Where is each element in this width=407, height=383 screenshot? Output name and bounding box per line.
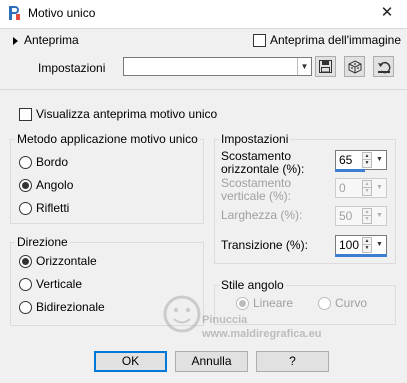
- ok-button[interactable]: OK: [94, 351, 167, 372]
- params-group-title: Impostazioni: [219, 132, 291, 146]
- image-preview-label: Anteprima dell'immagine: [270, 33, 402, 47]
- vertical-offset-label-line2: verticale (%):: [221, 189, 292, 203]
- title-separator: [0, 28, 407, 29]
- transition-slider[interactable]: [335, 254, 387, 257]
- transition-stepper[interactable]: ▲ ▼: [362, 237, 372, 253]
- direction-radio-verticale[interactable]: [19, 278, 32, 291]
- image-preview-checkbox[interactable]: [253, 34, 266, 47]
- direction-option-verticale: Verticale: [36, 277, 83, 291]
- watermark: Pinuccia www.maldiregrafica.eu: [160, 292, 370, 352]
- expand-preview-icon[interactable]: [13, 37, 18, 45]
- vertical-offset-label: Scostamento verticale (%):: [221, 177, 291, 203]
- pattern-preview-label: Visualizza anteprima motivo unico: [36, 107, 218, 121]
- settings-preset-combo[interactable]: ▼: [123, 57, 312, 76]
- horizontal-offset-label: Scostamento orizzontale (%):: [221, 150, 304, 176]
- direction-group-title: Direzione: [15, 235, 70, 249]
- increment-icon[interactable]: ▲: [363, 153, 371, 160]
- cube-icon: [348, 60, 362, 74]
- method-option-angolo: Angolo: [36, 178, 74, 192]
- increment-icon[interactable]: ▲: [363, 238, 371, 245]
- slider-dropdown-icon: ▼: [376, 212, 383, 219]
- cancel-button[interactable]: Annulla: [175, 351, 248, 372]
- help-button[interactable]: ?: [256, 351, 329, 372]
- preview-toggle-label[interactable]: Anteprima: [24, 33, 79, 47]
- transition-value[interactable]: 100: [339, 238, 359, 252]
- horizontal-offset-label-line2: orizzontale (%):: [221, 162, 305, 176]
- method-option-rifletti: Rifletti: [36, 201, 70, 215]
- slider-dropdown-icon[interactable]: ▼: [374, 152, 385, 168]
- width-value: 50: [339, 209, 353, 223]
- window-title: Motivo unico: [28, 6, 96, 20]
- method-group-title: Metodo applicazione motivo unico: [15, 132, 200, 146]
- vertical-offset-value: 0: [339, 181, 346, 195]
- watermark-face-icon: [163, 295, 201, 333]
- save-icon: [319, 60, 332, 73]
- decrement-icon: ▼: [364, 216, 370, 222]
- horizontal-offset-spinner[interactable]: 65 ▲ ▼ ▼: [335, 150, 387, 170]
- app-logo-icon: [7, 5, 21, 21]
- transition-spinner[interactable]: 100 ▲ ▼ ▼: [335, 235, 387, 255]
- width-stepper: ▲ ▼: [362, 208, 372, 224]
- save-preset-button[interactable]: [315, 56, 336, 77]
- corner-style-title: Stile angolo: [219, 278, 286, 292]
- method-radio-rifletti[interactable]: [19, 202, 32, 215]
- reset-icon: [378, 61, 391, 74]
- width-spinner: 50 ▲ ▼ ▼: [335, 206, 387, 226]
- chevron-down-icon[interactable]: ▼: [297, 58, 311, 75]
- close-button[interactable]: ✕: [374, 1, 400, 25]
- slider-dropdown-icon[interactable]: ▼: [374, 237, 385, 253]
- pattern-preview-checkbox[interactable]: [19, 108, 32, 121]
- settings-label: Impostazioni: [38, 61, 106, 75]
- slider-dropdown-icon: ▼: [376, 184, 383, 191]
- decrement-icon: ▼: [364, 188, 370, 194]
- vertical-offset-stepper: ▲ ▼: [362, 180, 372, 196]
- horizontal-offset-stepper[interactable]: ▲ ▼: [362, 152, 372, 168]
- horizontal-offset-value[interactable]: 65: [339, 153, 352, 167]
- decrement-icon[interactable]: ▼: [363, 245, 371, 252]
- transition-label: Transizione (%):: [221, 238, 308, 252]
- decrement-icon[interactable]: ▼: [363, 160, 371, 167]
- horizontal-offset-slider[interactable]: [335, 169, 365, 172]
- increment-icon: ▲: [363, 181, 371, 188]
- direction-option-orizzontale: Orizzontale: [36, 254, 97, 268]
- reset-button[interactable]: [373, 56, 394, 77]
- direction-option-bidirezionale: Bidirezionale: [36, 300, 105, 314]
- watermark-name: Pinuccia: [202, 314, 248, 326]
- method-option-bordo: Bordo: [36, 155, 69, 169]
- direction-radio-bidirezionale[interactable]: [19, 301, 32, 314]
- direction-radio-orizzontale[interactable]: [19, 255, 32, 268]
- increment-icon: ▲: [363, 209, 371, 216]
- randomize-button[interactable]: [344, 56, 365, 77]
- watermark-url: www.maldiregrafica.eu: [202, 328, 322, 340]
- vertical-offset-spinner: 0 ▲ ▼ ▼: [335, 178, 387, 198]
- width-label: Larghezza (%):: [221, 208, 303, 222]
- method-radio-angolo[interactable]: [19, 179, 32, 192]
- toolbar-separator: [0, 89, 407, 90]
- method-radio-bordo[interactable]: [19, 156, 32, 169]
